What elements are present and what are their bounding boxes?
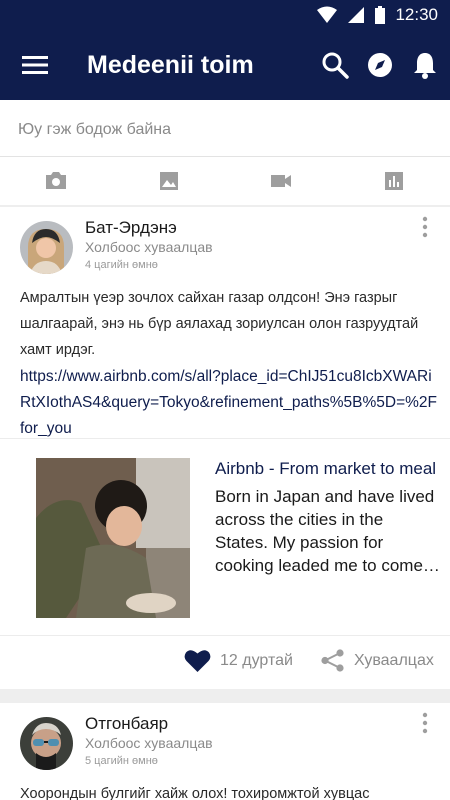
status-bar: 12:30 <box>0 0 450 30</box>
post-source: Холбоос хуваалцав <box>85 239 213 255</box>
battery-icon <box>375 6 386 24</box>
composer-placeholder[interactable]: Юу гэж бодож байна <box>18 121 171 139</box>
more-vert-icon[interactable] <box>419 711 431 735</box>
author-name[interactable]: Отгонбаяр <box>85 714 168 734</box>
poll-icon[interactable] <box>382 169 406 193</box>
post-time: 5 цагийн өмнө <box>85 755 158 767</box>
post-text: Хоорондын булгийг хайж олох! тохиромжтой… <box>20 786 370 800</box>
search-icon[interactable] <box>320 50 350 80</box>
avatar[interactable] <box>20 717 73 770</box>
post-card: Бат-Эрдэнэ Холбоос хуваалцав 4 цагийн өм… <box>0 207 450 689</box>
author-name[interactable]: Бат-Эрдэнэ <box>85 218 177 238</box>
share-label: Хуваалцах <box>354 651 434 669</box>
heart-icon <box>184 650 211 672</box>
video-icon[interactable] <box>269 169 293 193</box>
attachment-bar <box>0 157 450 205</box>
post-card: Отгонбаяр Холбоос хуваалцав 5 цагийн өмн… <box>0 703 450 800</box>
status-time: 12:30 <box>395 5 438 24</box>
post-source: Холбоос хуваалцав <box>85 735 213 751</box>
menu-icon[interactable] <box>22 53 48 77</box>
compass-icon[interactable] <box>365 50 395 80</box>
like-button[interactable]: 12 дуртай <box>184 648 293 673</box>
avatar[interactable] <box>20 221 73 274</box>
app-title: Medeenii toim <box>87 51 254 79</box>
share-icon <box>321 649 344 672</box>
preview-title[interactable]: Airbnb - From market to meal <box>215 459 436 479</box>
preview-image <box>36 458 190 618</box>
post-time: 4 цагийн өмнө <box>85 259 158 271</box>
preview-description: Born in Japan and have lived across the … <box>215 487 440 575</box>
app-bar: Medeenii toim <box>0 30 450 100</box>
like-count: 12 дуртай <box>220 651 293 669</box>
image-icon[interactable] <box>157 169 181 193</box>
post-composer[interactable]: Юу гэж бодож байна <box>0 100 450 157</box>
more-vert-icon[interactable] <box>419 215 431 239</box>
camera-icon[interactable] <box>44 169 68 193</box>
post-text: Амралтын үеэр зочлох сайхан газар олдсон… <box>20 290 419 358</box>
signal-icon <box>348 7 365 23</box>
post-link[interactable]: https://www.airbnb.com/s/all?place_id=Ch… <box>20 364 440 442</box>
bell-icon[interactable] <box>410 50 440 80</box>
wifi-icon <box>317 6 338 23</box>
link-preview[interactable]: Airbnb - From market to meal Born in Jap… <box>0 438 450 636</box>
share-button[interactable]: Хуваалцах <box>320 648 434 673</box>
